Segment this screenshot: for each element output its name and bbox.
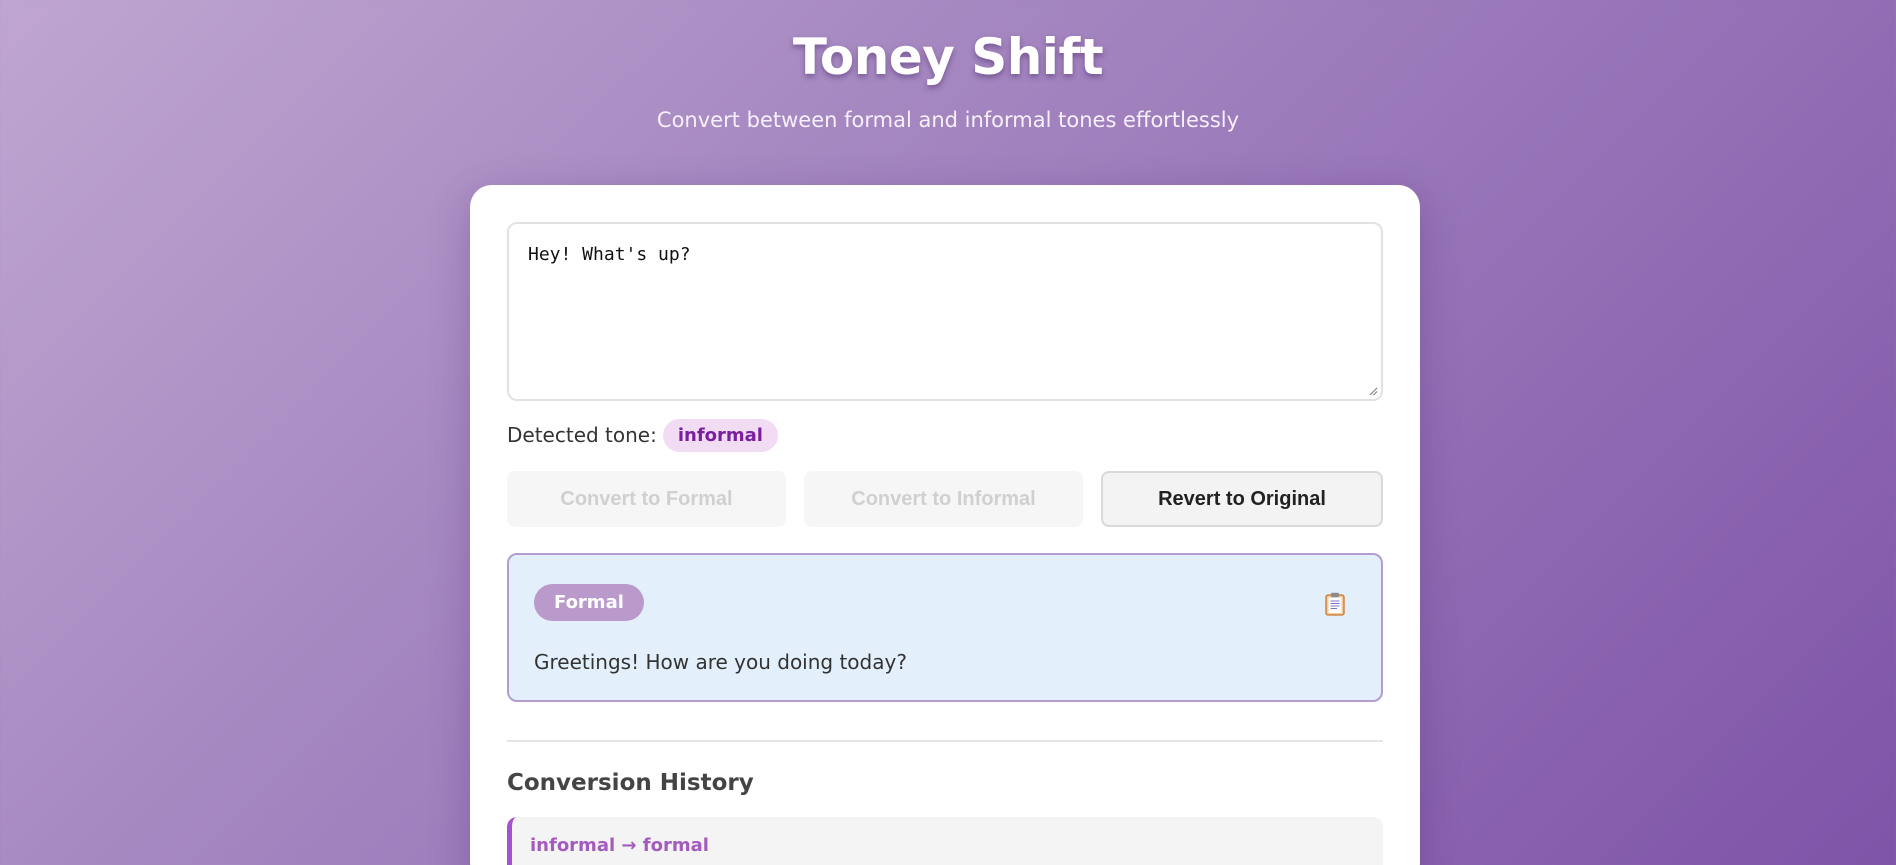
history-title: Conversion History <box>507 770 754 796</box>
text-input[interactable] <box>509 224 1381 399</box>
history-item-direction: informal → formal <box>530 835 709 856</box>
converter-card: Detected tone: informal Convert to Forma… <box>470 185 1420 865</box>
result-panel: Formal Greetings! How are you doing toda… <box>507 553 1383 702</box>
section-divider <box>507 740 1383 742</box>
text-input-wrapper <box>507 222 1383 401</box>
resize-handle-icon[interactable] <box>1368 386 1378 396</box>
result-tone-badge: Formal <box>534 584 644 621</box>
convert-to-formal-button[interactable]: Convert to Formal <box>507 471 786 527</box>
app-title: Toney Shift <box>792 28 1104 86</box>
detected-tone-label: Detected tone: <box>507 423 657 447</box>
history-item[interactable]: informal → formal <box>507 817 1383 865</box>
app-subtitle: Convert between formal and informal tone… <box>656 108 1240 132</box>
detected-tone-row: Detected tone: informal <box>507 418 778 452</box>
convert-to-informal-button[interactable]: Convert to Informal <box>804 471 1083 527</box>
revert-to-original-button[interactable]: Revert to Original <box>1101 471 1383 527</box>
converted-text: Greetings! How are you doing today? <box>534 650 907 674</box>
detected-tone-badge: informal <box>662 418 778 452</box>
clipboard-icon[interactable] <box>1325 592 1345 616</box>
